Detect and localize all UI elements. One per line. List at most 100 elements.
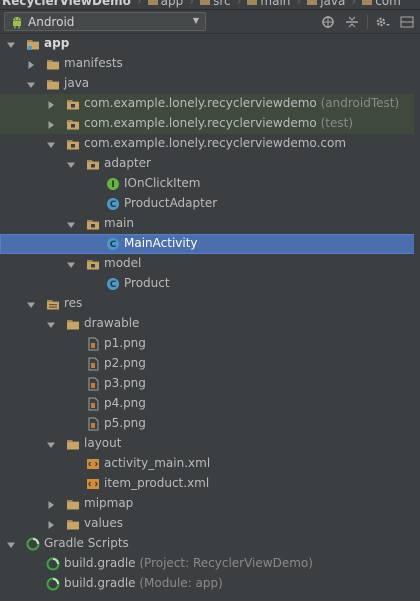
breadcrumb-item[interactable]: app <box>147 0 183 8</box>
tree-item[interactable]: p2.png <box>0 354 420 374</box>
tree-item[interactable]: p5.png <box>0 414 420 434</box>
package-icon <box>86 257 100 271</box>
tree-item[interactable]: adapter <box>0 154 420 174</box>
tree-item[interactable]: p3.png <box>0 374 420 394</box>
tree-item-label: java <box>64 76 89 90</box>
expand-arrow-down-icon[interactable] <box>6 39 16 49</box>
breadcrumb-item[interactable]: main <box>247 0 290 8</box>
tree-item-name: res <box>64 296 83 310</box>
toolbar-divider <box>367 14 368 29</box>
tree-item[interactable]: drawable <box>0 314 420 334</box>
expand-arrow-down-icon[interactable] <box>26 299 36 309</box>
tree-item-name: build.gradle <box>64 576 136 590</box>
tree-item[interactable]: java <box>0 74 420 94</box>
tree-item[interactable]: item_product.xml <box>0 474 420 494</box>
folder-icon <box>247 0 258 5</box>
settings-icon[interactable] <box>374 13 392 31</box>
gradle-icon <box>26 537 40 551</box>
android-icon <box>13 16 21 28</box>
tree-item[interactable]: p4.png <box>0 394 420 414</box>
tree-item[interactable]: build.gradle (Project: RecyclerViewDemo) <box>0 554 420 574</box>
package-icon <box>86 217 100 231</box>
breadcrumb-item[interactable]: com <box>362 0 401 8</box>
expand-arrow-down-icon[interactable] <box>46 139 56 149</box>
tree-item[interactable]: activity_main.xml <box>0 454 420 474</box>
tree-item-label: p1.png <box>104 336 146 350</box>
expand-arrow-down-icon[interactable] <box>46 319 56 329</box>
expand-arrow-down-icon[interactable] <box>66 159 76 169</box>
expand-arrow-right-icon[interactable] <box>46 99 56 109</box>
breadcrumb-separator: › <box>351 0 357 8</box>
gradle-icon <box>46 577 60 591</box>
tree-item-label: p3.png <box>104 376 146 390</box>
tree-item-name: main <box>104 216 134 230</box>
tree-item[interactable]: com.example.lonely.recyclerviewdemo (and… <box>0 94 420 114</box>
breadcrumb-item[interactable]: RecyclerViewDemo <box>2 0 131 8</box>
expand-arrow-down-icon[interactable] <box>46 439 56 449</box>
tree-item[interactable]: model <box>0 254 420 274</box>
tree-item[interactable]: C Product <box>0 274 420 294</box>
crosshair-icon[interactable] <box>319 13 337 31</box>
tree-item-name: ProductAdapter <box>124 196 218 210</box>
package-icon <box>66 137 80 151</box>
tree-item[interactable]: mipmap <box>0 494 420 514</box>
tree-item[interactable]: Gradle Scripts <box>0 534 420 554</box>
expand-arrow-right-icon[interactable] <box>46 119 56 129</box>
tree-item-name: IOnClickItem <box>124 176 201 190</box>
folder-icon <box>147 0 158 5</box>
breadcrumb-item[interactable]: src <box>200 0 231 8</box>
tree-item-name: manifests <box>64 56 123 70</box>
tree-item[interactable]: main <box>0 214 420 234</box>
tree-item[interactable]: res <box>0 294 420 314</box>
expand-arrow-right-icon[interactable] <box>46 499 56 509</box>
expand-arrow-down-icon[interactable] <box>6 539 16 549</box>
tree-item-label: build.gradle (Project: RecyclerViewDemo) <box>64 556 313 570</box>
project-view-dropdown[interactable]: Android ▼ <box>4 12 206 31</box>
expand-arrow-down-icon[interactable] <box>66 259 76 269</box>
dropdown-selected-label: Android <box>28 14 75 29</box>
collapse-all-icon[interactable] <box>343 13 361 31</box>
tree-item[interactable]: manifests <box>0 54 420 74</box>
interface-icon: I <box>106 177 120 191</box>
tree-item[interactable]: I IOnClickItem <box>0 174 420 194</box>
tree-item[interactable]: C ProductAdapter <box>0 194 420 214</box>
expand-arrow-right-icon[interactable] <box>26 59 36 69</box>
tree-item-label: model <box>104 256 141 270</box>
image-file-icon <box>86 377 100 391</box>
tree-item[interactable]: build.gradle (Module: app) <box>0 574 420 594</box>
tree-item-name: mipmap <box>84 496 134 510</box>
resource-folder-icon <box>46 297 60 311</box>
breadcrumb: RecyclerViewDemo › app › src › main › java › com <box>2 0 407 8</box>
expand-arrow-down-icon[interactable] <box>66 219 76 229</box>
tree-item[interactable]: com.example.lonely.recyclerviewdemo.com <box>0 134 420 154</box>
folder-icon <box>46 77 60 91</box>
tree-item-name: p4.png <box>104 396 146 410</box>
breadcrumb-label: main <box>260 0 291 8</box>
project-toolbar: Android ▼ <box>0 10 420 34</box>
tree-item-label: app <box>44 36 69 50</box>
tree-item-suffix: (Module: app) <box>135 576 223 590</box>
package-icon <box>86 157 100 171</box>
tree-item-label: drawable <box>84 316 139 330</box>
tree-item-name: com.example.lonely.recyclerviewdemo <box>84 116 317 130</box>
breadcrumb-label: src <box>213 0 231 8</box>
tree-item[interactable]: app <box>0 34 420 54</box>
tree-item-label: values <box>84 516 123 530</box>
tree-item-name: p5.png <box>104 416 146 430</box>
tree-item[interactable]: p1.png <box>0 334 420 354</box>
tree-item[interactable]: values <box>0 514 420 534</box>
tree-item-name: build.gradle <box>64 556 136 570</box>
tree-item[interactable]: com.example.lonely.recyclerviewdemo (tes… <box>0 114 420 134</box>
breadcrumb-item[interactable]: java <box>307 0 345 8</box>
chevron-down-icon: ▼ <box>192 16 199 25</box>
hide-panel-icon[interactable] <box>398 13 416 31</box>
expand-arrow-down-icon[interactable] <box>26 79 36 89</box>
folder-icon <box>307 0 318 5</box>
tree-item-label: layout <box>84 436 121 450</box>
expand-arrow-right-icon[interactable] <box>46 519 56 529</box>
breadcrumb-label: java <box>320 0 346 8</box>
scrollbar[interactable] <box>414 34 420 601</box>
tree-item-suffix: (Project: RecyclerViewDemo) <box>135 556 313 570</box>
tree-item[interactable]: C MainActivity <box>0 234 420 254</box>
tree-item[interactable]: layout <box>0 434 420 454</box>
